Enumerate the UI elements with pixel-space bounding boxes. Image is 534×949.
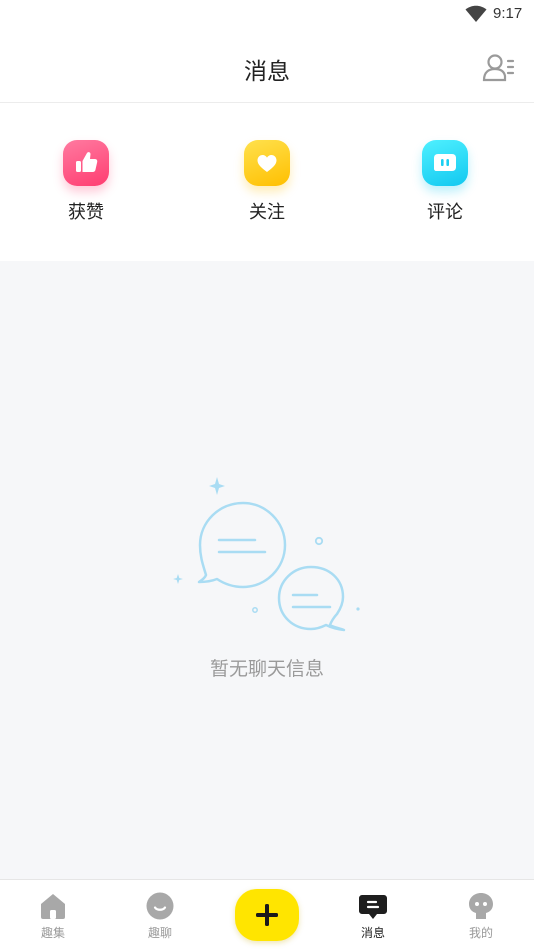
chat-bubble-icon — [422, 140, 468, 186]
header: 消息 — [0, 30, 534, 103]
tab-home-label: 趣集 — [40, 926, 65, 940]
plus-icon — [256, 904, 278, 926]
heart-icon — [244, 140, 290, 186]
tab-profile[interactable]: 我的 — [441, 880, 521, 949]
tab-profile-label: 我的 — [468, 926, 493, 940]
bottom-tab-bar: 趣集 趣聊 消息 我的 — [0, 879, 534, 949]
likes-entry[interactable]: 获赞 — [36, 140, 136, 230]
tab-home[interactable]: 趣集 — [13, 880, 93, 949]
wifi-icon — [465, 5, 487, 27]
thumbs-up-icon — [63, 140, 109, 186]
tab-messages[interactable]: 消息 — [333, 880, 413, 949]
status-bar: 9:17 — [0, 0, 534, 30]
profile-icon — [466, 891, 496, 921]
comments-label: 评论 — [427, 202, 463, 223]
publish-button[interactable] — [235, 889, 299, 941]
tab-chat-label: 趣聊 — [147, 926, 172, 940]
quick-actions: 获赞 关注 评论 — [0, 104, 534, 260]
home-icon — [38, 891, 68, 921]
message-list: 暂无聊天信息 — [0, 261, 534, 879]
status-time: 9:17 — [493, 5, 523, 22]
tab-chat[interactable]: 趣聊 — [120, 880, 200, 949]
page-title: 消息 — [244, 59, 290, 85]
empty-state-text: 暂无聊天信息 — [209, 658, 324, 680]
follows-entry[interactable]: 关注 — [217, 140, 317, 230]
follows-label: 关注 — [249, 202, 285, 223]
empty-chat-illustration — [165, 477, 365, 641]
message-icon — [358, 891, 388, 921]
contacts-list-icon[interactable] — [482, 52, 516, 84]
comments-entry[interactable]: 评论 — [395, 140, 495, 230]
smile-chat-icon — [145, 891, 175, 921]
likes-label: 获赞 — [68, 202, 104, 223]
tab-messages-label: 消息 — [360, 926, 385, 940]
